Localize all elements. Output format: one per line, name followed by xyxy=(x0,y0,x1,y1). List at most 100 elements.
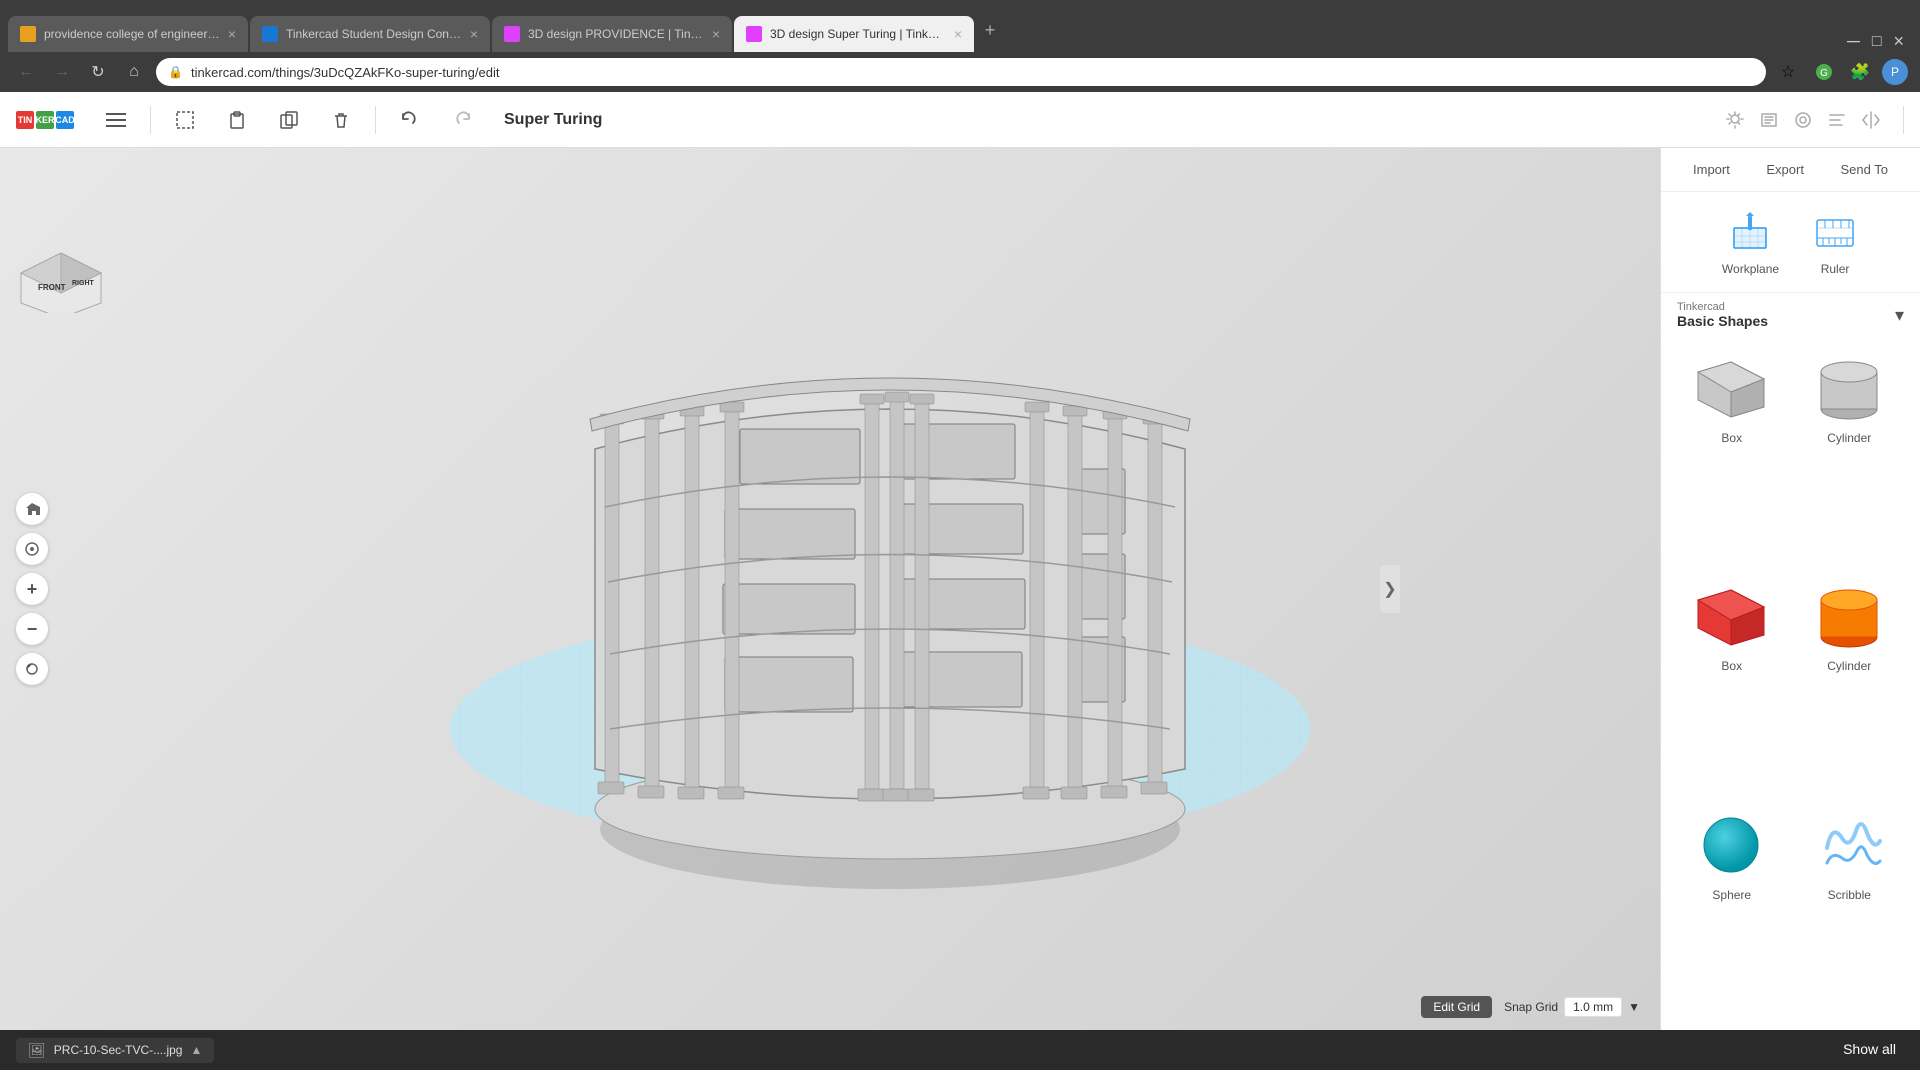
shape-cylinder-orange-label: Cylinder xyxy=(1827,659,1871,673)
shape-scribble-icon xyxy=(1809,810,1889,882)
section-title: Basic Shapes xyxy=(1677,313,1768,329)
section-info: Tinkercad Basic Shapes xyxy=(1677,301,1768,329)
menu-button[interactable] xyxy=(98,102,134,138)
clipboard-button[interactable] xyxy=(219,102,255,138)
panel-collapse-button[interactable]: ❯ xyxy=(1380,565,1400,613)
shapes-section-header: Tinkercad Basic Shapes ▾ xyxy=(1661,293,1920,337)
undo-button[interactable] xyxy=(392,102,428,138)
import-button[interactable]: Import xyxy=(1677,156,1746,183)
edit-grid-button[interactable]: Edit Grid xyxy=(1421,996,1492,1018)
download-bar-right: Show all xyxy=(1835,1041,1904,1059)
shape-box-gray[interactable]: Box xyxy=(1677,345,1787,565)
view-tools xyxy=(1719,104,1887,136)
tab-4-favicon xyxy=(746,26,762,42)
tab-4-close[interactable]: × xyxy=(954,26,962,42)
tab-1-close[interactable]: × xyxy=(228,26,236,42)
address-input-bar[interactable]: 🔒 tinkercad.com/things/3uDcQZAkFKo-super… xyxy=(156,58,1766,86)
shape-sphere-blue-icon xyxy=(1692,810,1772,882)
workplane-tool[interactable]: Workplane xyxy=(1722,208,1779,276)
shape-box-red-icon xyxy=(1692,581,1772,653)
home-view-button[interactable] xyxy=(16,493,48,525)
forward-button[interactable]: → xyxy=(48,58,76,86)
duplicate-button[interactable] xyxy=(271,102,307,138)
export-button[interactable]: Export xyxy=(1750,156,1820,183)
shape-box-gray-icon xyxy=(1692,353,1772,425)
maximize-button[interactable]: □ xyxy=(1872,33,1882,51)
download-chevron-icon[interactable]: ▲ xyxy=(190,1043,202,1057)
tab-4[interactable]: 3D design Super Turing | Tinkerc... × xyxy=(734,16,974,52)
download-bar: 🖼 PRC-10-Sec-TVC-....jpg ▲ Show all xyxy=(0,1030,1920,1070)
download-filename: PRC-10-Sec-TVC-....jpg xyxy=(54,1043,183,1057)
close-button[interactable]: × xyxy=(1893,31,1904,52)
tab-1-favicon xyxy=(20,26,36,42)
logo-block-ker: KER xyxy=(36,111,54,129)
section-dropdown-icon: ▾ xyxy=(1895,305,1904,326)
rotate-tool-button[interactable] xyxy=(1787,104,1819,136)
snap-dropdown-icon[interactable]: ▼ xyxy=(1628,1000,1640,1014)
back-button[interactable]: ← xyxy=(12,58,40,86)
new-tab-button[interactable]: + xyxy=(976,16,1004,44)
light-tool-button[interactable] xyxy=(1719,104,1751,136)
main-toolbar: TIN KER CAD Super Turing xyxy=(0,92,1920,148)
tab-3[interactable]: 3D design PROVIDENCE | Tinker... × xyxy=(492,16,732,52)
zoom-in-button[interactable]: + xyxy=(16,573,48,605)
bookmark-button[interactable]: ☆ xyxy=(1774,58,1802,86)
ruler-label: Ruler xyxy=(1821,262,1850,276)
tab-1[interactable]: providence college of engineerin... × xyxy=(8,16,248,52)
3d-building-model xyxy=(100,198,1660,950)
shape-box-red-label: Box xyxy=(1721,659,1742,673)
file-icon: 🖼 xyxy=(28,1042,46,1059)
redo-button[interactable] xyxy=(444,102,480,138)
tab-1-title: providence college of engineerin... xyxy=(44,27,220,41)
shape-cylinder-orange[interactable]: Cylinder xyxy=(1795,573,1905,793)
mirror-tool-button[interactable] xyxy=(1855,104,1887,136)
shape-scribble[interactable]: Scribble xyxy=(1795,802,1905,1022)
extensions-button[interactable]: G xyxy=(1810,58,1838,86)
refresh-button[interactable]: ↻ xyxy=(84,58,112,86)
shape-cylinder-gray[interactable]: Cylinder xyxy=(1795,345,1905,565)
tab-3-close[interactable]: × xyxy=(712,26,720,42)
delete-button[interactable] xyxy=(323,102,359,138)
shape-cylinder-orange-icon xyxy=(1809,581,1889,653)
tab-2-close[interactable]: × xyxy=(470,26,478,42)
svg-text:G: G xyxy=(1820,68,1828,79)
puzzle-extension-button[interactable]: 🧩 xyxy=(1846,58,1874,86)
tinkercad-logo[interactable]: TIN KER CAD xyxy=(16,111,74,129)
browser-actions: ☆ G 🧩 P xyxy=(1774,58,1908,86)
3d-viewport[interactable]: FRONT RIGHT + − xyxy=(0,148,1660,1030)
shape-box-gray-label: Box xyxy=(1721,431,1742,445)
profile-avatar[interactable]: P xyxy=(1882,59,1908,85)
notes-tool-button[interactable] xyxy=(1753,104,1785,136)
toolbar-divider-2 xyxy=(375,106,376,134)
home-button[interactable]: ⌂ xyxy=(120,58,148,86)
ruler-tool[interactable]: Ruler xyxy=(1811,208,1859,276)
download-file-item[interactable]: 🖼 PRC-10-Sec-TVC-....jpg ▲ xyxy=(16,1038,214,1063)
zoom-out-button[interactable]: − xyxy=(16,613,48,645)
orbit-button[interactable] xyxy=(16,653,48,685)
snap-grid-label: Snap Grid xyxy=(1504,1000,1558,1014)
shape-sphere-blue[interactable]: Sphere xyxy=(1677,802,1787,1022)
tinkercad-app: TIN KER CAD Super Turing xyxy=(0,92,1920,1030)
show-all-button[interactable]: Show all xyxy=(1835,1037,1904,1061)
address-text: tinkercad.com/things/3uDcQZAkFKo-super-t… xyxy=(191,65,1754,80)
tabs-container: providence college of engineerin... × Ti… xyxy=(8,0,1912,52)
panel-tools-row: Workplane xyxy=(1661,192,1920,293)
shape-box-red[interactable]: Box xyxy=(1677,573,1787,793)
send-to-button[interactable]: Send To xyxy=(1825,156,1904,183)
shape-scribble-label: Scribble xyxy=(1828,888,1871,902)
main-content-area: FRONT RIGHT + − xyxy=(0,148,1920,1030)
fit-view-button[interactable] xyxy=(16,533,48,565)
view-cube[interactable]: FRONT RIGHT xyxy=(16,228,106,318)
ruler-icon xyxy=(1811,208,1859,256)
security-lock-icon: 🔒 xyxy=(168,65,183,79)
snap-value-dropdown[interactable]: 1.0 mm xyxy=(1564,997,1622,1017)
align-tool-button[interactable] xyxy=(1821,104,1853,136)
tab-2[interactable]: Tinkercad Student Design Conte... × xyxy=(250,16,490,52)
tab-2-favicon xyxy=(262,26,278,42)
section-dropdown-button[interactable]: ▾ xyxy=(1895,305,1904,326)
select-all-button[interactable] xyxy=(167,102,203,138)
section-provider-label: Tinkercad xyxy=(1677,301,1768,313)
browser-tabs-bar: providence college of engineerin... × Ti… xyxy=(0,0,1920,52)
minimize-button[interactable]: ─ xyxy=(1847,31,1860,52)
tab-3-title: 3D design PROVIDENCE | Tinker... xyxy=(528,27,704,41)
